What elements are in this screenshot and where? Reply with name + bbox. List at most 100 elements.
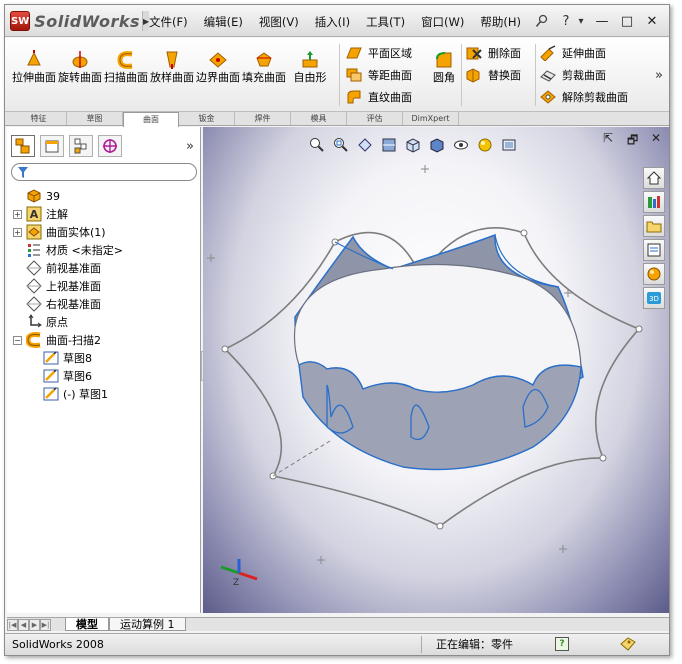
solidworks-window: SW SolidWorks ▶ 文件(F) 编辑(E) 视图(V) 插入(I) …	[4, 4, 670, 656]
extruded-surface-icon	[23, 50, 45, 70]
planar-surface-button[interactable]: 平面区域	[345, 42, 412, 64]
menu-window[interactable]: 窗口(W)	[421, 14, 464, 30]
configuration-manager-tab[interactable]	[69, 135, 93, 157]
property-icon	[45, 140, 59, 153]
sketch-icon	[43, 368, 59, 384]
svg-text:Z: Z	[233, 578, 239, 588]
tab-evaluate[interactable]: 评估	[347, 112, 403, 125]
tree-expander-icon[interactable]: −	[13, 335, 22, 345]
command-more-chevron[interactable]: »	[655, 68, 663, 83]
app-logo[interactable]: SW SolidWorks ▶	[10, 10, 150, 32]
last-tab-arrow[interactable]: ▶|	[40, 619, 51, 631]
swept-surface-label: 扫描曲面	[104, 71, 148, 84]
tree-item[interactable]: 前视基准面	[13, 259, 123, 277]
tab-mold-tools[interactable]: 模具	[291, 112, 347, 125]
tab-surfaces[interactable]: 曲面	[123, 112, 179, 127]
menu-view[interactable]: 视图(V)	[259, 14, 299, 30]
tree-item[interactable]: + 曲面实体(1)	[13, 223, 123, 241]
tree-item[interactable]: (-) 草图1	[13, 385, 123, 403]
menu-insert[interactable]: 插入(I)	[315, 14, 350, 30]
feature-tree-icon	[15, 138, 30, 154]
first-tab-arrow[interactable]: |◀	[7, 619, 18, 631]
tree-item-label: 右视基准面	[46, 298, 101, 311]
tab-dimxpert[interactable]: DimXpert	[403, 112, 459, 125]
lofted-surface-button[interactable]: 放样曲面	[149, 50, 195, 84]
menu-edit[interactable]: 编辑(E)	[204, 14, 243, 30]
fillet-button[interactable]: 圆角	[429, 50, 459, 84]
tab-motion-study[interactable]: 运动算例 1	[109, 618, 186, 631]
quick-tips-icon[interactable]	[619, 636, 637, 655]
menu-file[interactable]: 文件(F)	[149, 14, 188, 30]
model-canvas[interactable]: Z	[203, 127, 669, 613]
tree-item[interactable]: 上视基准面	[13, 277, 123, 295]
logo-text: SolidWorks	[34, 11, 140, 31]
help-icon[interactable]: ?	[556, 11, 576, 31]
tab-sheet-metal[interactable]: 钣金	[179, 112, 235, 125]
tree-item[interactable]: 草图6	[13, 367, 123, 385]
plane-icon	[26, 278, 42, 294]
tree-item[interactable]: 右视基准面	[13, 295, 123, 313]
ruled-surface-button[interactable]: 直纹曲面	[345, 86, 412, 108]
tab-weldments[interactable]: 焊件	[235, 112, 291, 125]
filled-surface-icon	[253, 50, 275, 70]
tree-expander-icon[interactable]: +	[13, 209, 22, 219]
untrim-surface-button[interactable]: 解除剪裁曲面	[539, 86, 628, 108]
lofted-surface-icon	[161, 50, 183, 70]
swept-surface-button[interactable]: 扫描曲面	[103, 50, 149, 84]
graphics-area[interactable]: ⇱ 🗗 ✕ 3D Z	[203, 127, 669, 613]
extruded-surface-button[interactable]: 拉伸曲面	[11, 50, 57, 84]
close-button[interactable]: ✕	[643, 12, 661, 30]
tree-item[interactable]: 39	[13, 187, 123, 205]
tree-item[interactable]: 原点	[13, 313, 123, 331]
tree-item[interactable]: − 曲面-扫描2	[13, 331, 123, 349]
dimxpert-icon	[103, 139, 117, 153]
offset-surface-button[interactable]: 等距曲面	[345, 64, 412, 86]
feature-filter-input[interactable]	[11, 163, 197, 181]
revolved-surface-icon	[69, 50, 91, 70]
tree-item-label: 39	[46, 189, 60, 203]
filled-surface-label: 填充曲面	[242, 71, 286, 84]
tree-item-label: 曲面-扫描2	[46, 334, 101, 347]
tree-item[interactable]: 草图8	[13, 349, 123, 367]
tab-sketch[interactable]: 草图	[67, 112, 123, 125]
offset-surface-icon	[346, 68, 362, 82]
tree-item-label: 注解	[46, 208, 68, 221]
svg-text:A: A	[30, 208, 39, 221]
panel-more-chevron[interactable]: »	[186, 139, 194, 154]
surface-tools-col3: 延伸曲面 剪裁曲面 解除剪裁曲面	[539, 42, 628, 108]
minimize-button[interactable]: —	[593, 12, 611, 30]
maximize-button[interactable]: □	[618, 12, 636, 30]
boundary-surface-label: 边界曲面	[196, 71, 240, 84]
delete-face-label: 删除面	[488, 47, 521, 60]
tree-expander-icon[interactable]: +	[13, 227, 22, 237]
tree-item[interactable]: + A 注解	[13, 205, 123, 223]
dimxpert-manager-tab[interactable]	[98, 135, 122, 157]
menu-tools[interactable]: 工具(T)	[366, 14, 405, 30]
feature-manager-panel: » 39 + A 注解 + 曲面实体(1) 材质 <未指定> 前视基准面上视基准面右视基准面原…	[7, 127, 201, 613]
property-manager-tab[interactable]	[40, 135, 64, 157]
extend-surface-button[interactable]: 延伸曲面	[539, 42, 628, 64]
replace-face-button[interactable]: 替换面	[465, 64, 521, 86]
prev-tab-arrow[interactable]: ◀	[18, 619, 29, 631]
tree-item-label: 前视基准面	[46, 262, 101, 275]
help-dropdown-icon[interactable]: ▾	[576, 11, 586, 31]
surface-tools-col1: 平面区域 等距曲面 直纹曲面	[345, 42, 412, 108]
tab-model[interactable]: 模型	[65, 618, 109, 631]
pin-icon[interactable]	[532, 11, 552, 31]
trim-surface-button[interactable]: 剪裁曲面	[539, 64, 628, 86]
tree-item[interactable]: 材质 <未指定>	[13, 241, 123, 259]
next-tab-arrow[interactable]: ▶	[29, 619, 40, 631]
feature-manager-tab[interactable]	[11, 135, 35, 157]
filled-surface-button[interactable]: 填充曲面	[241, 50, 287, 84]
menu-help[interactable]: 帮助(H)	[480, 14, 521, 30]
delete-face-button[interactable]: 删除面	[465, 42, 521, 64]
configuration-icon	[74, 138, 87, 154]
revolved-surface-label: 旋转曲面	[58, 71, 102, 84]
tab-features[interactable]: 特征	[11, 112, 67, 125]
freeform-button[interactable]: 自由形	[287, 50, 333, 84]
boundary-surface-button[interactable]: 边界曲面	[195, 50, 241, 84]
plane-icon	[26, 296, 42, 312]
revolved-surface-button[interactable]: 旋转曲面	[57, 50, 103, 84]
annotations-icon: A	[26, 206, 42, 222]
status-help-icon[interactable]: ?	[555, 637, 569, 651]
